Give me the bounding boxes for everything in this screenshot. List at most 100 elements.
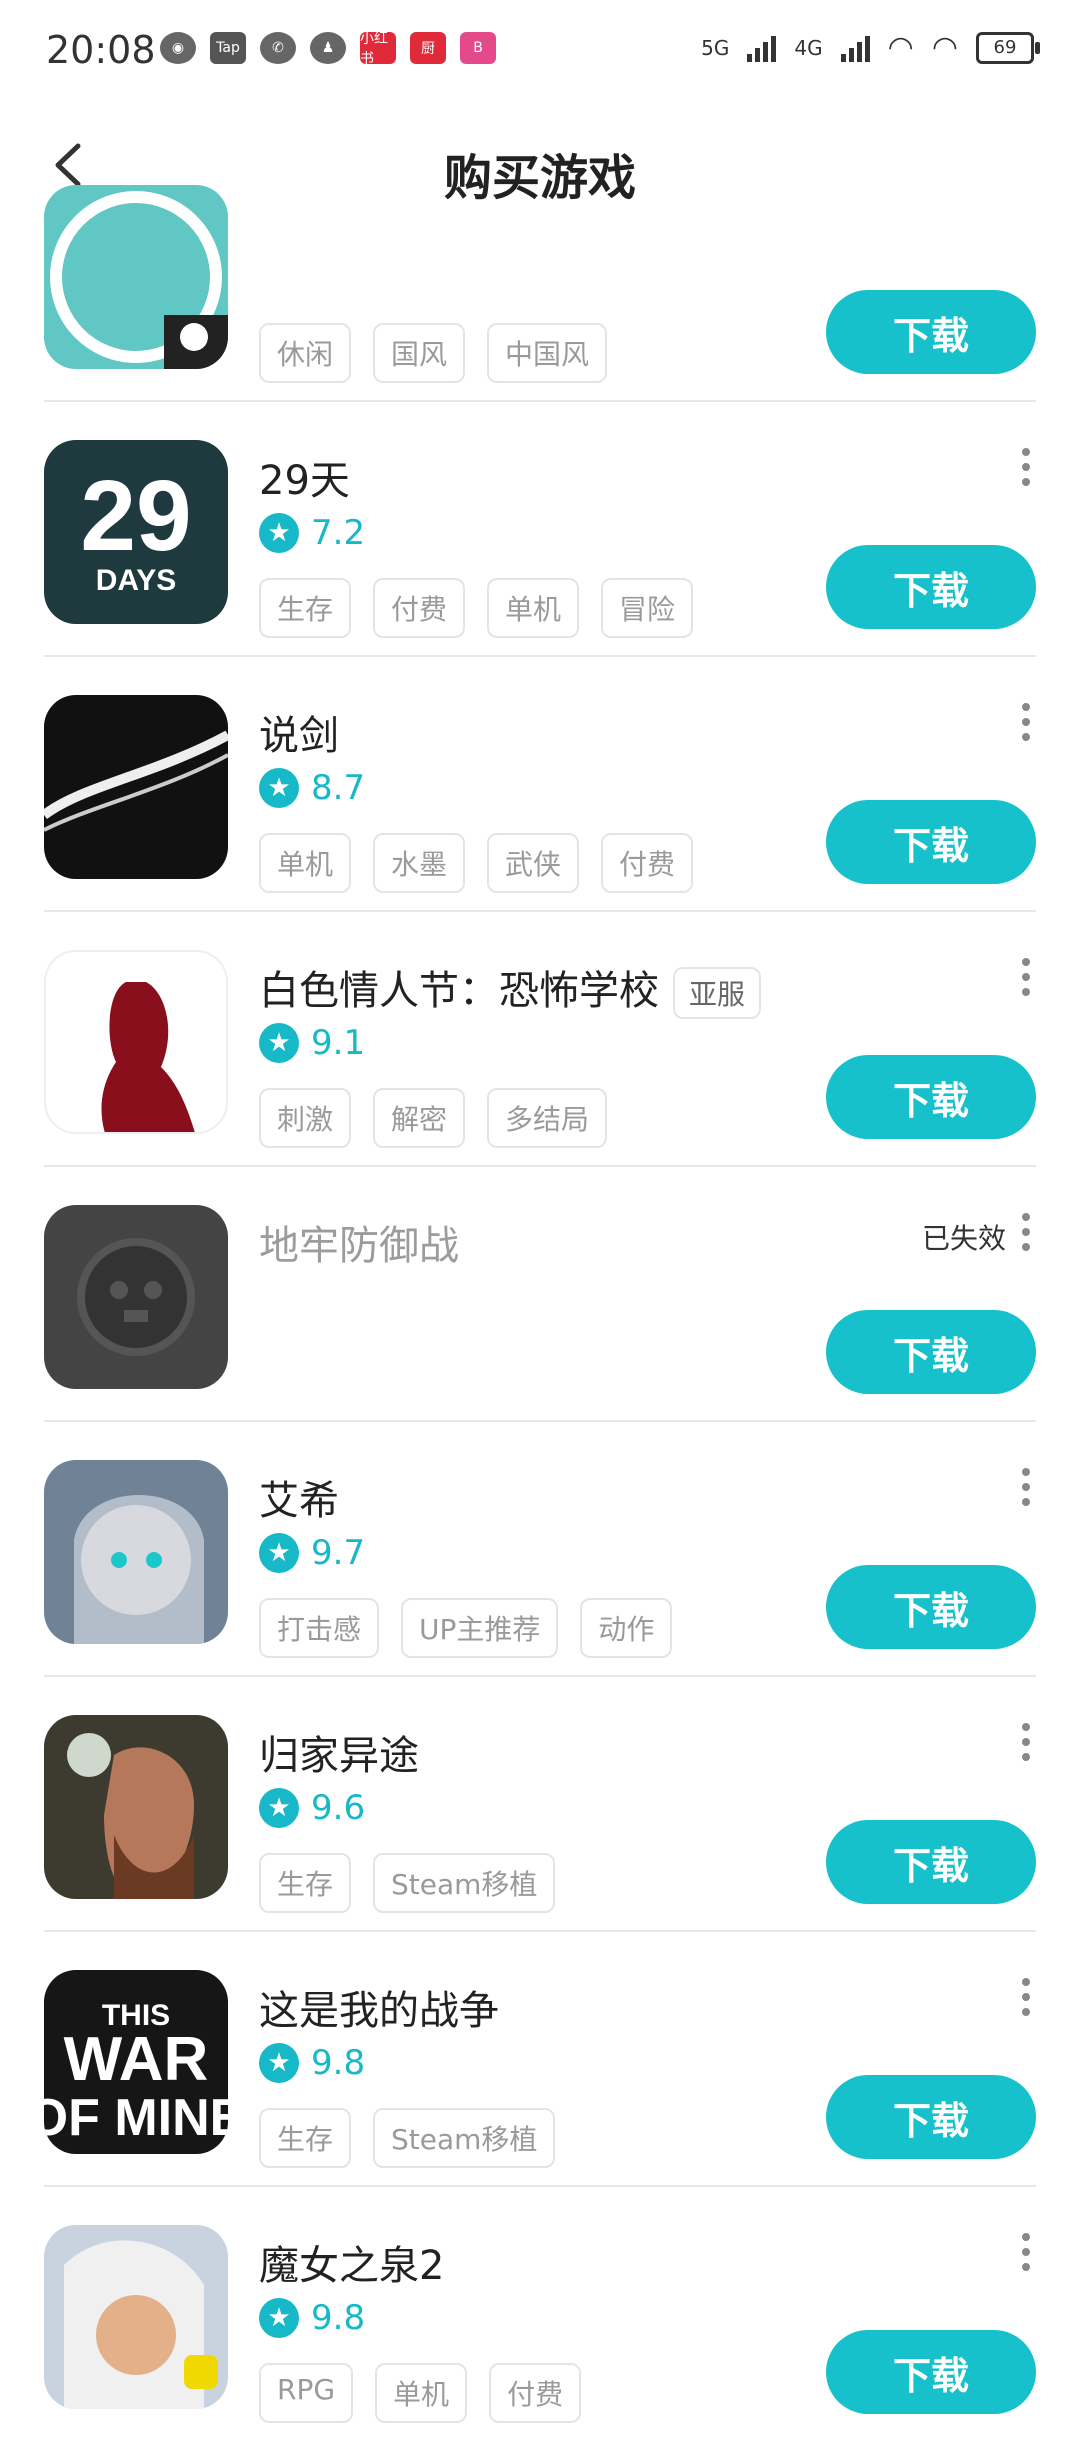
download-button[interactable]: 下载 xyxy=(826,1055,1036,1139)
star-icon: ★ xyxy=(259,2298,299,2338)
rating: ★ 9.8 xyxy=(259,2298,365,2338)
game-item[interactable]: 白色情人节：恐怖学校 亚服 ★ 9.1 刺激 解密 多结局 下载 xyxy=(44,910,1036,1167)
download-button[interactable]: 下载 xyxy=(826,1820,1036,1904)
game-title: 29天 xyxy=(259,458,350,504)
status-right: 5G 4G ◠ ◠ 69 xyxy=(701,30,1040,65)
more-options-icon[interactable] xyxy=(1016,2233,1036,2283)
game-title-text: 白色情人节：恐怖学校 xyxy=(259,968,659,1014)
xiaohongshu-icon: 小红书 xyxy=(360,31,396,67)
game-icon: THIS WAR OF MINE xyxy=(44,1970,228,2154)
game-item[interactable]: 说剑 ★ 8.7 单机 水墨 武侠 付费 下载 xyxy=(44,655,1036,912)
tag[interactable]: Steam移植 xyxy=(373,2108,556,2168)
status-time: 20:08 xyxy=(46,28,156,72)
tag[interactable]: RPG xyxy=(259,2363,354,2423)
download-button[interactable]: 下载 xyxy=(826,1565,1036,1649)
tag[interactable]: 休闲 xyxy=(259,323,352,383)
game-icon: 29 DAYS xyxy=(44,440,228,624)
game-title: 这是我的战争 xyxy=(259,1988,499,2034)
kitchen-app-icon: 厨 xyxy=(410,32,446,64)
download-button[interactable]: 下载 xyxy=(826,545,1036,629)
bilibili-app-icon: B xyxy=(460,32,496,64)
game-icon xyxy=(44,950,228,1134)
rating: ★ 8.7 xyxy=(259,768,365,808)
download-button[interactable]: 下载 xyxy=(826,800,1036,884)
more-options-icon[interactable] xyxy=(1016,1213,1036,1263)
status-bar: 20:08 ◉ Tap ✆ ♟ 小红书 厨 B 5G 4G ◠ ◠ 69 xyxy=(0,0,1080,100)
tag[interactable]: 武侠 xyxy=(487,833,580,893)
more-options-icon[interactable] xyxy=(1016,703,1036,753)
svg-text:OF MINE: OF MINE xyxy=(44,2089,228,2147)
tag[interactable]: 单机 xyxy=(259,833,352,893)
star-icon: ★ xyxy=(259,1788,299,1828)
signal-icon xyxy=(747,34,777,62)
tag[interactable]: 多结局 xyxy=(487,1088,608,1148)
tag[interactable]: UP主推荐 xyxy=(401,1598,559,1658)
tag[interactable]: 刺激 xyxy=(259,1088,352,1148)
expired-label: 已失效 xyxy=(921,1222,1006,1255)
network-4g: 4G xyxy=(794,35,823,60)
tag[interactable]: 打击感 xyxy=(259,1598,380,1658)
download-button[interactable]: 下载 xyxy=(826,2075,1036,2159)
tag[interactable]: 冒险 xyxy=(601,578,694,638)
tag[interactable]: 付费 xyxy=(373,578,466,638)
star-icon: ★ xyxy=(259,768,299,808)
star-icon: ★ xyxy=(259,1533,299,1573)
tag[interactable]: 国风 xyxy=(373,323,466,383)
rating: ★ 7.2 xyxy=(259,513,365,553)
tag[interactable]: 解密 xyxy=(373,1088,466,1148)
tag-list: 休闲 国风 中国风 xyxy=(259,323,608,383)
tag[interactable]: 生存 xyxy=(259,2108,352,2168)
game-icon xyxy=(44,695,228,879)
status-app-icons: ◉ Tap ✆ ♟ 小红书 厨 B xyxy=(160,31,496,67)
tag-list: 单机 水墨 武侠 付费 xyxy=(259,833,694,893)
game-item[interactable]: 地牢防御战 已失效 下载 xyxy=(44,1165,1036,1422)
rating-value: 9.8 xyxy=(311,2043,366,2083)
game-item[interactable]: 魔女之泉2 ★ 9.8 RPG 单机 付费 下载 xyxy=(44,2185,1036,2440)
more-options-icon[interactable] xyxy=(1016,1978,1036,2028)
star-icon: ★ xyxy=(259,2043,299,2083)
game-title: 地牢防御战 xyxy=(259,1223,459,1269)
download-button[interactable]: 下载 xyxy=(826,1310,1036,1394)
tag[interactable]: 单机 xyxy=(375,2363,468,2423)
wifi-icon: ◠ xyxy=(931,30,958,65)
region-badge: 亚服 xyxy=(673,967,762,1019)
tag-list: 生存 付费 单机 冒险 xyxy=(259,578,694,638)
svg-text:DAYS: DAYS xyxy=(96,564,177,597)
tag[interactable]: Steam移植 xyxy=(373,1853,556,1913)
rating-value: 7.2 xyxy=(311,513,366,553)
tag-list: 刺激 解密 多结局 xyxy=(259,1088,608,1148)
rating: ★ 9.6 xyxy=(259,1788,365,1828)
rating-value: 9.1 xyxy=(311,1023,366,1063)
download-button[interactable]: 下载 xyxy=(826,290,1036,374)
rating: ★ 9.8 xyxy=(259,2043,365,2083)
tag[interactable]: 付费 xyxy=(489,2363,582,2423)
star-icon: ★ xyxy=(259,1023,299,1063)
tag[interactable]: 中国风 xyxy=(487,323,608,383)
more-options-icon[interactable] xyxy=(1016,1468,1036,1518)
game-item[interactable]: 休闲 国风 中国风 下载 xyxy=(44,145,1036,402)
svg-text:WAR: WAR xyxy=(64,2025,209,2094)
more-options-icon[interactable] xyxy=(1016,448,1036,498)
tag[interactable]: 单机 xyxy=(487,578,580,638)
tag[interactable]: 付费 xyxy=(601,833,694,893)
tag-list: 打击感 UP主推荐 动作 xyxy=(259,1598,673,1658)
game-title: 白色情人节：恐怖学校 亚服 xyxy=(259,958,762,1019)
tag[interactable]: 动作 xyxy=(580,1598,673,1658)
download-button[interactable]: 下载 xyxy=(826,2330,1036,2414)
game-item[interactable]: THIS WAR OF MINE 这是我的战争 ★ 9.8 生存 Steam移植… xyxy=(44,1930,1036,2187)
tag[interactable]: 水墨 xyxy=(373,833,466,893)
network-5g: 5G xyxy=(701,35,730,60)
more-options-icon[interactable] xyxy=(1016,1723,1036,1773)
more-options-icon[interactable] xyxy=(1016,958,1036,1008)
tag[interactable]: 生存 xyxy=(259,1853,352,1913)
game-item[interactable]: 归家异途 ★ 9.6 生存 Steam移植 下载 xyxy=(44,1675,1036,1932)
battery-indicator: 69 xyxy=(976,31,1040,64)
qq-icon: ♟ xyxy=(310,32,346,64)
game-item[interactable]: 艾希 ★ 9.7 打击感 UP主推荐 动作 下载 xyxy=(44,1420,1036,1677)
rating-value: 9.8 xyxy=(311,2298,366,2338)
rating: ★ 9.7 xyxy=(259,1533,365,1573)
game-item[interactable]: 29 DAYS 29天 ★ 7.2 生存 付费 单机 冒险 下载 xyxy=(44,400,1036,657)
tag[interactable]: 生存 xyxy=(259,578,352,638)
game-title: 魔女之泉2 xyxy=(259,2243,445,2289)
rating-value: 9.6 xyxy=(311,1788,366,1828)
